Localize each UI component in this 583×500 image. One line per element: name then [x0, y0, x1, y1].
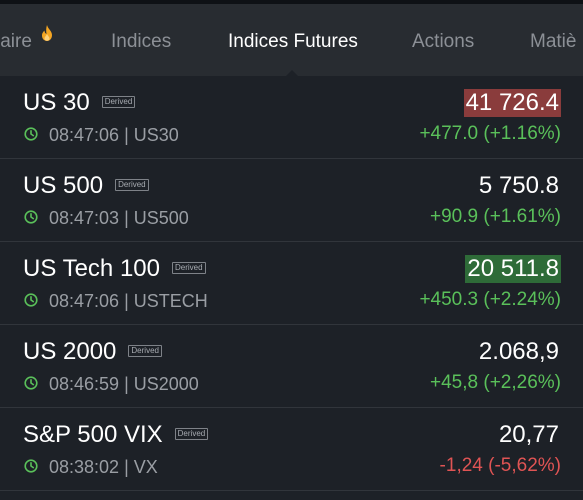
tab-matieres[interactable]: Matiè — [530, 31, 576, 53]
derived-badge: Derived — [171, 261, 206, 274]
instrument-name-row: US 30 Derived — [23, 89, 136, 117]
instrument-name-row: US 2000 Derived — [23, 338, 162, 366]
tab-indices-futures[interactable]: Indices Futures — [228, 31, 358, 53]
instrument-row-us30[interactable]: US 30 Derived 08:47:06 | US30 41 726.4 +4… — [0, 76, 583, 159]
instrument-time-symbol: 08:46:59 | US2000 — [49, 374, 199, 394]
instrument-name: US 2000 — [23, 338, 117, 365]
clock-icon — [24, 459, 38, 473]
instrument-change: +45,8 (+2,26%) — [430, 372, 561, 393]
app-window: laire Indices Indices Futures Actions Ma… — [0, 0, 583, 500]
instrument-price: 20,77 — [498, 421, 559, 448]
tab-populaire[interactable]: laire — [0, 31, 32, 53]
instrument-price: 41 726.4 — [463, 89, 561, 117]
instrument-change: -1,24 (-5,62%) — [439, 455, 561, 476]
instrument-row-sp500-vix[interactable]: S&P 500 VIX Derived 08:38:02 | VX 20,77 -… — [0, 408, 583, 491]
instrument-price: 20 511.8 — [465, 255, 561, 283]
tab-indices[interactable]: Indices — [111, 31, 171, 53]
derived-badge: Derived — [128, 344, 162, 357]
instrument-time-symbol: 08:38:02 | VX — [49, 457, 158, 477]
instrument-name: US Tech 100 — [23, 255, 160, 282]
instrument-name: S&P 500 VIX — [23, 421, 163, 448]
derived-badge: Derived — [174, 427, 209, 440]
clock-icon — [24, 376, 38, 390]
derived-badge: Derived — [101, 95, 136, 108]
tab-actions[interactable]: Actions — [412, 31, 474, 53]
instrument-row-us500[interactable]: US 500 Derived 08:47:03 | US500 5 750.8 +… — [0, 159, 583, 242]
instrument-price: 2.068,9 — [478, 338, 559, 365]
instrument-change: +450.3 (+2.24%) — [419, 289, 561, 310]
clock-icon — [24, 127, 38, 141]
instrument-name: US 500 — [23, 172, 104, 199]
instrument-name-row: US Tech 100 Derived — [23, 255, 206, 283]
clock-icon — [24, 210, 38, 224]
instrument-row-ustech100[interactable]: US Tech 100 Derived 08:47:06 | USTECH 20 … — [0, 242, 583, 325]
instrument-time-symbol: 08:47:06 | US30 — [49, 125, 179, 145]
category-tab-bar: laire Indices Indices Futures Actions Ma… — [0, 0, 583, 76]
instrument-time-symbol: 08:47:03 | US500 — [49, 208, 189, 228]
instrument-price: 5 750.8 — [478, 172, 559, 199]
instrument-change: +477.0 (+1.16%) — [419, 123, 561, 144]
instrument-row-us2000[interactable]: US 2000 Derived 08:46:59 | US2000 2.068,9… — [0, 325, 583, 408]
fire-icon — [42, 25, 52, 41]
instrument-name-row: S&P 500 VIX Derived — [23, 421, 209, 449]
clock-icon — [24, 293, 38, 307]
instrument-change: +90.9 (+1.61%) — [430, 206, 561, 227]
instrument-time-symbol: 08:47:06 | USTECH — [49, 291, 208, 311]
instrument-name: US 30 — [23, 89, 90, 116]
derived-badge: Derived — [115, 178, 149, 191]
instrument-name-row: US 500 Derived — [23, 172, 149, 200]
